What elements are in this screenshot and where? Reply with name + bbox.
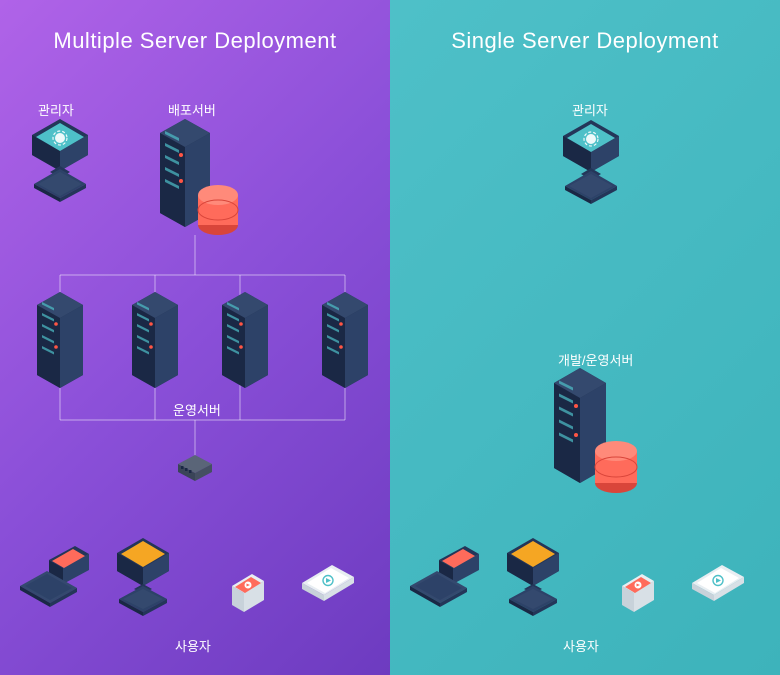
users-label: 사용자	[175, 636, 211, 655]
multiple-deployment-panel: Multiple Server Deployment 관리자 배포서버 운영서버…	[0, 0, 390, 675]
admin-label: 관리자	[572, 100, 608, 119]
desktop-icon	[548, 120, 634, 206]
phone-icon	[608, 572, 664, 622]
server-icon	[210, 290, 280, 400]
connector-lines	[0, 0, 390, 500]
server-with-db-icon	[140, 115, 260, 245]
desktop-icon	[490, 540, 576, 622]
desktop-icon	[100, 540, 186, 622]
server-icon	[310, 290, 380, 400]
phone-icon	[218, 572, 274, 622]
right-title: Single Server Deployment	[390, 0, 780, 54]
laptop-icon	[10, 548, 100, 620]
desktop-icon	[20, 120, 100, 200]
server-icon	[25, 290, 95, 400]
server-with-db-icon	[530, 365, 660, 505]
single-deployment-panel: Single Server Deployment 관리자 개발/운영서버 사용자	[390, 0, 780, 675]
users-label: 사용자	[563, 636, 599, 655]
tablet-icon	[680, 565, 752, 621]
laptop-icon	[400, 548, 490, 620]
switch-icon	[170, 452, 220, 487]
server-icon	[120, 290, 190, 400]
tablet-icon	[290, 565, 362, 621]
